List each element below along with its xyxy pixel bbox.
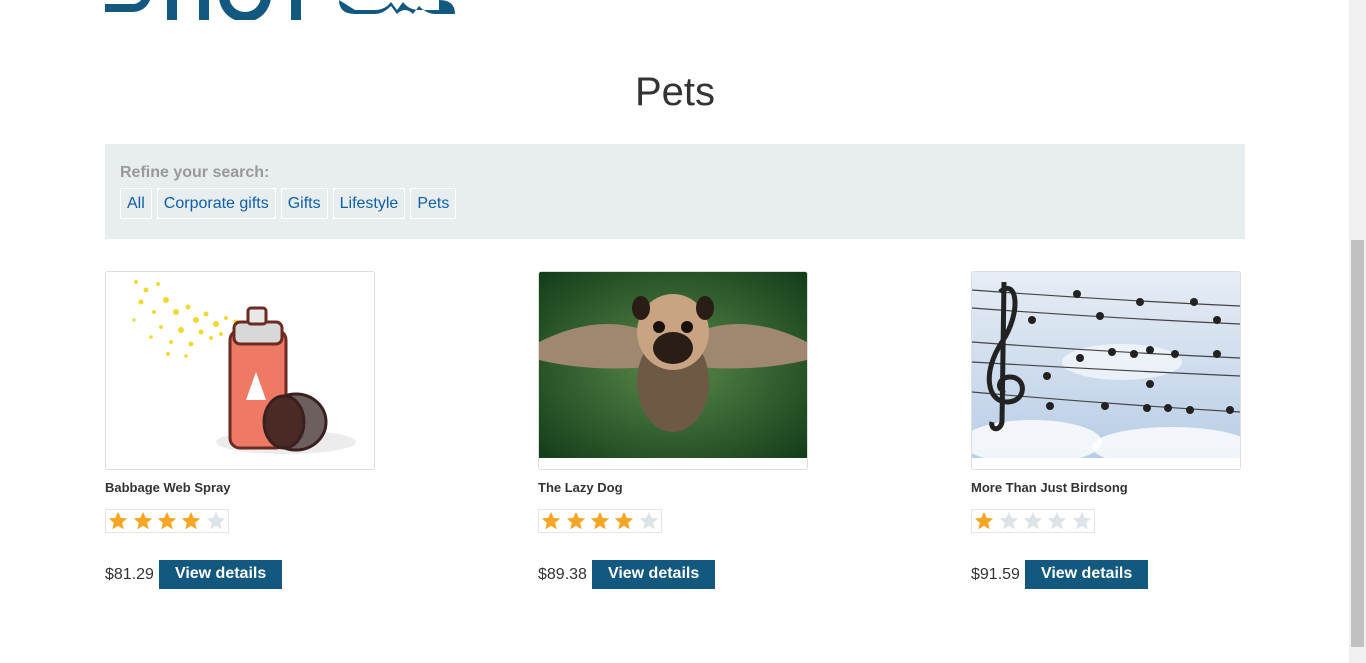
- product-name[interactable]: Babbage Web Spray: [105, 480, 375, 495]
- star-filled-icon: [155, 510, 179, 532]
- product-price: $81.29: [105, 565, 154, 583]
- filter-gifts[interactable]: Gifts: [280, 188, 328, 219]
- product-card: Babbage Web Spray $81.29 View details: [105, 271, 375, 589]
- view-details-button[interactable]: View details: [158, 560, 283, 589]
- product-name[interactable]: The Lazy Dog: [538, 480, 808, 495]
- product-card: The Lazy Dog $89.38 View details: [538, 271, 808, 589]
- star-filled-icon: [563, 510, 587, 532]
- star-filled-icon: [539, 510, 563, 532]
- product-card: More Than Just Birdsong $91.59 View deta…: [971, 271, 1241, 589]
- page-scrollbar[interactable]: [1349, 0, 1366, 663]
- spray-can-image[interactable]: [105, 271, 375, 470]
- star-filled-icon: [612, 510, 636, 532]
- filter-all[interactable]: All: [120, 188, 152, 219]
- star-empty-icon: [996, 510, 1020, 532]
- shop-logo[interactable]: [105, 0, 457, 22]
- filter-panel: Refine your search: All Corporate gifts …: [105, 144, 1245, 239]
- star-filled-icon: [179, 510, 203, 532]
- filter-pets[interactable]: Pets: [410, 188, 457, 219]
- birds-on-wires-image[interactable]: [971, 271, 1241, 470]
- winged-pug-image[interactable]: [538, 271, 808, 470]
- rating-stars: [538, 509, 662, 533]
- product-price: $91.59: [971, 565, 1020, 583]
- rating-stars: [971, 509, 1095, 533]
- filter-corporate-gifts[interactable]: Corporate gifts: [156, 188, 276, 219]
- rating-stars: [105, 509, 229, 533]
- star-empty-icon: [637, 510, 661, 532]
- star-empty-icon: [1021, 510, 1045, 532]
- star-empty-icon: [1070, 510, 1094, 532]
- product-price: $89.38: [538, 565, 587, 583]
- page-title: Pets: [634, 70, 716, 114]
- star-filled-icon: [106, 510, 130, 532]
- filter-lifestyle[interactable]: Lifestyle: [332, 188, 406, 219]
- star-empty-icon: [1045, 510, 1069, 532]
- star-empty-icon: [204, 510, 228, 532]
- product-name[interactable]: More Than Just Birdsong: [971, 480, 1241, 495]
- refine-label: Refine your search:: [120, 164, 270, 181]
- star-filled-icon: [972, 510, 996, 532]
- view-details-button[interactable]: View details: [1024, 560, 1149, 589]
- scrollbar-thumb[interactable]: [1351, 240, 1364, 647]
- star-filled-icon: [130, 510, 154, 532]
- star-filled-icon: [588, 510, 612, 532]
- view-details-button[interactable]: View details: [591, 560, 716, 589]
